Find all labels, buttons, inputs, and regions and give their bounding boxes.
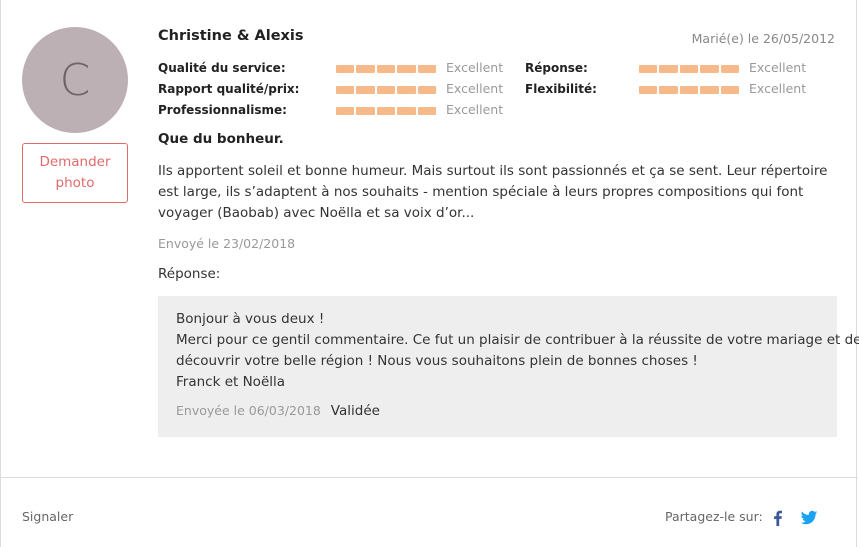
share-label: Partagez-le sur: [665, 509, 763, 524]
reply-line: Merci pour ce gentil commentaire. Ce fut… [176, 332, 859, 348]
rating-segment [417, 107, 436, 115]
rating-bars [336, 65, 436, 73]
rating-segment [336, 86, 355, 94]
rating-bars [336, 86, 436, 94]
rating-bars [639, 65, 739, 73]
rating-segment [659, 86, 678, 94]
rating-segment [700, 65, 719, 73]
rating-segment [356, 107, 375, 115]
reply-date: Envoyée le 06/03/2018 [176, 403, 321, 418]
review-body: Ils apportent soleil et bonne humeur. Ma… [158, 163, 828, 221]
rating-segment [356, 86, 375, 94]
rating-bars [336, 107, 436, 115]
rating-segment [356, 65, 375, 73]
twitter-icon[interactable] [800, 509, 818, 527]
rating-segment [679, 65, 699, 73]
request-photo-button[interactable]: Demander photo [22, 143, 128, 203]
rating-row: Professionnalisme: Excellent [158, 101, 518, 119]
rating-segment [376, 65, 396, 73]
rating-label: Qualité du service: [158, 61, 286, 75]
reply-text: Bonjour à vous deux ! Merci pour ce gent… [176, 309, 859, 393]
rating-value: Excellent [446, 81, 504, 96]
rating-value: Excellent [446, 60, 504, 75]
rating-segment [336, 65, 355, 73]
reply-status: Validée [330, 403, 380, 419]
footer-divider [1, 477, 858, 478]
avatar: C [22, 27, 128, 133]
rating-value: Excellent [749, 81, 807, 96]
rating-segment [417, 86, 436, 94]
rating-segment [397, 86, 416, 94]
rating-value: Excellent [749, 60, 807, 75]
rating-row: Flexibilité: Excellent [525, 80, 825, 98]
rating-value: Excellent [446, 102, 504, 117]
review-title: Que du bonheur. [158, 131, 284, 147]
rating-segment [639, 86, 658, 94]
rating-segment [720, 65, 739, 73]
rating-segment [679, 86, 699, 94]
rating-segment [417, 65, 436, 73]
reply-meta: Envoyée le 06/03/2018 Validée [176, 403, 819, 419]
rating-row: Qualité du service: Excellent [158, 59, 518, 77]
rating-segment [397, 65, 416, 73]
rating-segment [376, 107, 396, 115]
rating-label: Flexibilité: [525, 82, 597, 96]
author-name: Christine & Alexis [158, 28, 304, 44]
rating-segment [397, 107, 416, 115]
avatar-letter: C [59, 54, 91, 106]
rating-label: Rapport qualité/prix: [158, 82, 300, 96]
review-card: C Demander photo Christine & Alexis Mari… [0, 0, 859, 547]
reply-box: Bonjour à vous deux ! Merci pour ce gent… [158, 296, 859, 437]
reply-line: Franck et Noëlla [176, 374, 286, 390]
facebook-icon[interactable] [769, 509, 787, 527]
reply-heading: Réponse: [158, 266, 221, 282]
rating-segment [700, 86, 719, 94]
wedding-date: Marié(e) le 26/05/2012 [691, 31, 835, 46]
reply-line: découvrir votre belle région ! Nous vous… [176, 353, 698, 369]
rating-segment [720, 86, 739, 94]
rating-segment [336, 107, 355, 115]
rating-segment [376, 86, 396, 94]
rating-label: Réponse: [525, 61, 588, 75]
rating-segment [659, 65, 678, 73]
rating-row: Rapport qualité/prix: Excellent [158, 80, 518, 98]
rating-bars [639, 86, 739, 94]
rating-row: Réponse: Excellent [525, 59, 825, 77]
reply-line: Bonjour à vous deux ! [176, 311, 325, 327]
rating-segment [639, 65, 658, 73]
sent-date: Envoyé le 23/02/2018 [158, 236, 296, 251]
rating-label: Professionnalisme: [158, 103, 287, 117]
report-link[interactable]: Signaler [22, 509, 73, 524]
